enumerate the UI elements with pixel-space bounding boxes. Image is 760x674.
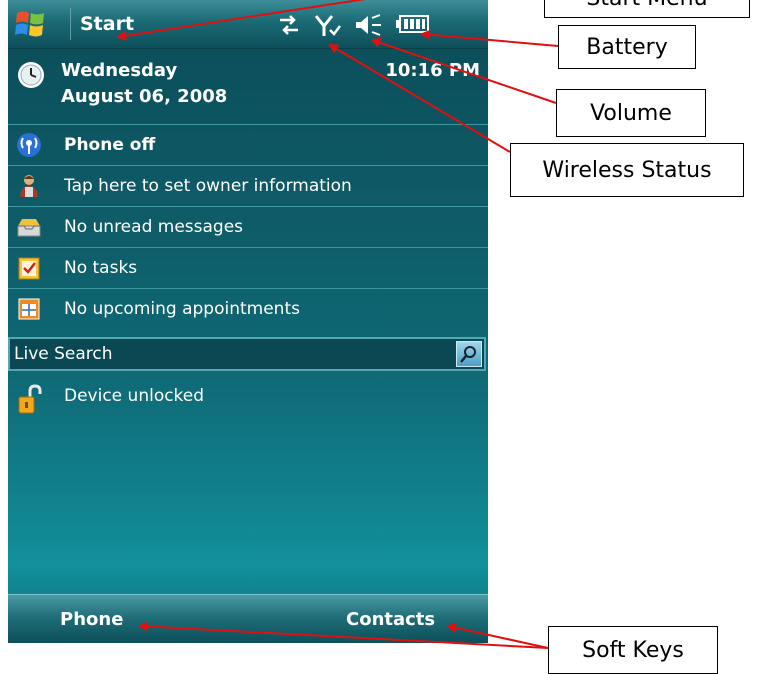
start-menu-callout-label: Start Menu: [586, 0, 707, 11]
device-lock-label: Device unlocked: [64, 386, 205, 406]
title-separator: [70, 8, 71, 40]
volume-icon[interactable]: [354, 14, 382, 36]
weekday-label: Wednesday: [61, 60, 178, 81]
messages-item[interactable]: No unread messages: [8, 206, 488, 247]
live-search-label: Live Search: [14, 344, 113, 364]
search-icon: [460, 346, 476, 363]
start-menu-callout: Start Menu: [544, 0, 750, 18]
clock-icon: [18, 62, 44, 88]
appointments-label: No upcoming appointments: [64, 299, 300, 319]
data-connection-icon[interactable]: [276, 14, 302, 36]
contacts-softkey[interactable]: Contacts: [346, 609, 435, 630]
device-lock-item[interactable]: Device unlocked: [8, 378, 488, 418]
soft-keys-callout-label: Soft Keys: [582, 637, 684, 663]
wireless-status-callout: Wireless Status: [510, 143, 744, 197]
battery-icon[interactable]: [396, 14, 430, 34]
owner-info-item[interactable]: Tap here to set owner information: [8, 165, 488, 206]
soft-key-bar: Phone Contacts: [8, 594, 488, 643]
phone-signal-icon: [17, 133, 41, 157]
phone-status-label: Phone off: [64, 135, 156, 155]
appointments-item[interactable]: No upcoming appointments: [8, 288, 488, 329]
soft-keys-callout: Soft Keys: [548, 626, 718, 674]
device-screen: Start Wednesday August 06, 2008 10:16 PM…: [8, 0, 488, 643]
date-label: August 06, 2008: [61, 86, 228, 107]
battery-callout-label: Battery: [586, 34, 668, 60]
messages-label: No unread messages: [64, 217, 244, 237]
phone-status-item[interactable]: Phone off: [8, 124, 488, 165]
wireless-status-icon[interactable]: [314, 14, 342, 38]
unlocked-padlock-icon: [18, 384, 42, 414]
search-button[interactable]: [456, 341, 482, 367]
live-search-field[interactable]: Live Search: [8, 337, 486, 371]
calendar-icon: [18, 298, 40, 320]
volume-callout: Volume: [556, 89, 706, 137]
battery-callout: Battery: [558, 25, 696, 69]
tasks-icon: [18, 257, 40, 280]
owner-icon: [20, 175, 38, 197]
phone-softkey[interactable]: Phone: [60, 609, 123, 630]
volume-callout-label: Volume: [590, 100, 672, 126]
date-time-row[interactable]: Wednesday August 06, 2008 10:16 PM: [8, 50, 488, 120]
windows-start-icon[interactable]: [14, 7, 48, 41]
inbox-icon: [17, 219, 41, 237]
start-menu-label[interactable]: Start: [80, 13, 134, 35]
tasks-item[interactable]: No tasks: [8, 247, 488, 288]
title-bar: Start: [8, 0, 488, 49]
owner-info-label: Tap here to set owner information: [64, 176, 352, 196]
time-label: 10:16 PM: [385, 60, 480, 81]
wireless-status-callout-label: Wireless Status: [542, 157, 712, 183]
tasks-label: No tasks: [64, 258, 138, 278]
